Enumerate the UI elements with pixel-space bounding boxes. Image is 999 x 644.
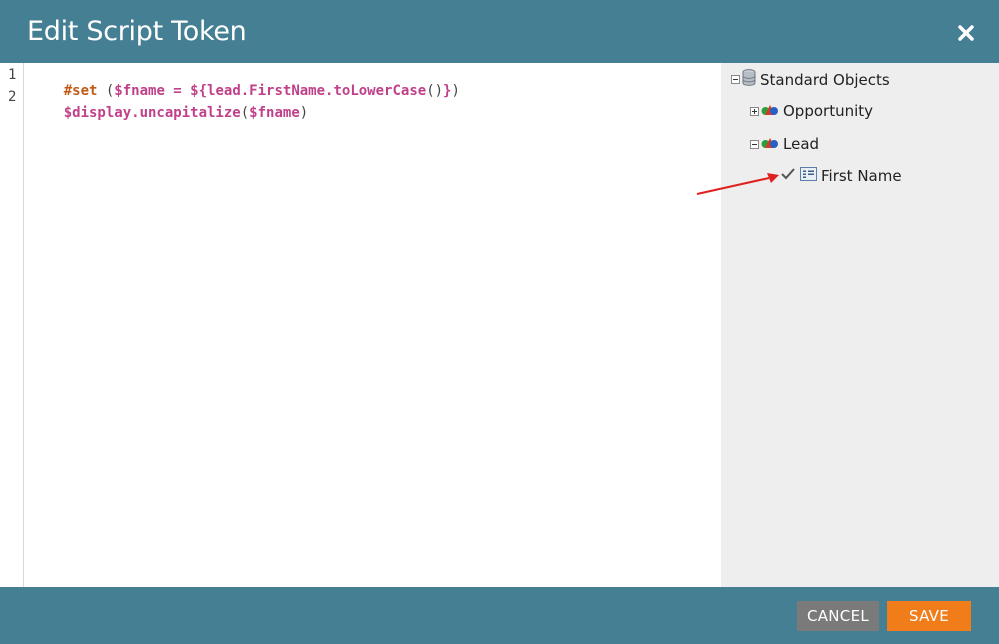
code-token: $display.uncapitalize — [63, 105, 241, 121]
code-line[interactable]: $display.uncapitalize($fname) — [30, 89, 308, 137]
object-icon — [761, 102, 779, 120]
code-token: $fname — [249, 105, 300, 121]
collapse-icon[interactable] — [731, 75, 740, 84]
tree-node-label: First Name — [821, 167, 902, 185]
annotation-arrow — [696, 173, 779, 195]
line-number: 2 — [8, 89, 17, 105]
tree-node-label: Lead — [783, 135, 820, 153]
database-icon — [742, 69, 756, 90]
dialog-title: Edit Script Token — [27, 16, 247, 47]
dialog-footer: CANCEL SAVE — [0, 587, 999, 644]
code-token: ( — [240, 105, 250, 121]
code-token: ) — [451, 83, 460, 99]
code-token: ) — [299, 105, 309, 121]
object-tree-panel: Standard Objects Opportunity Lead First … — [721, 63, 999, 587]
cancel-button[interactable]: CANCEL — [797, 601, 879, 631]
save-button[interactable]: SAVE — [887, 601, 971, 631]
dialog-header: Edit Script Token — [0, 0, 999, 63]
code-token: () — [426, 83, 444, 99]
expand-icon[interactable] — [750, 106, 759, 116]
collapse-icon[interactable] — [750, 139, 759, 149]
object-icon — [761, 135, 779, 153]
line-number: 1 — [8, 67, 17, 83]
tree-node-first-name[interactable]: First Name — [780, 167, 902, 185]
line-number-gutter: 1 2 — [0, 63, 24, 587]
script-editor[interactable]: 1 2 #set ($fname = ${lead.FirstName.toLo… — [0, 63, 721, 587]
tree-node-label: Standard Objects — [760, 70, 890, 89]
close-icon[interactable] — [957, 24, 975, 42]
tree-node-lead[interactable]: Lead — [750, 135, 819, 153]
tree-node-opportunity[interactable]: Opportunity — [750, 102, 873, 120]
field-icon — [800, 167, 817, 185]
tree-node-label: Opportunity — [783, 102, 874, 120]
tree-node-standard-objects[interactable]: Standard Objects — [731, 69, 890, 90]
